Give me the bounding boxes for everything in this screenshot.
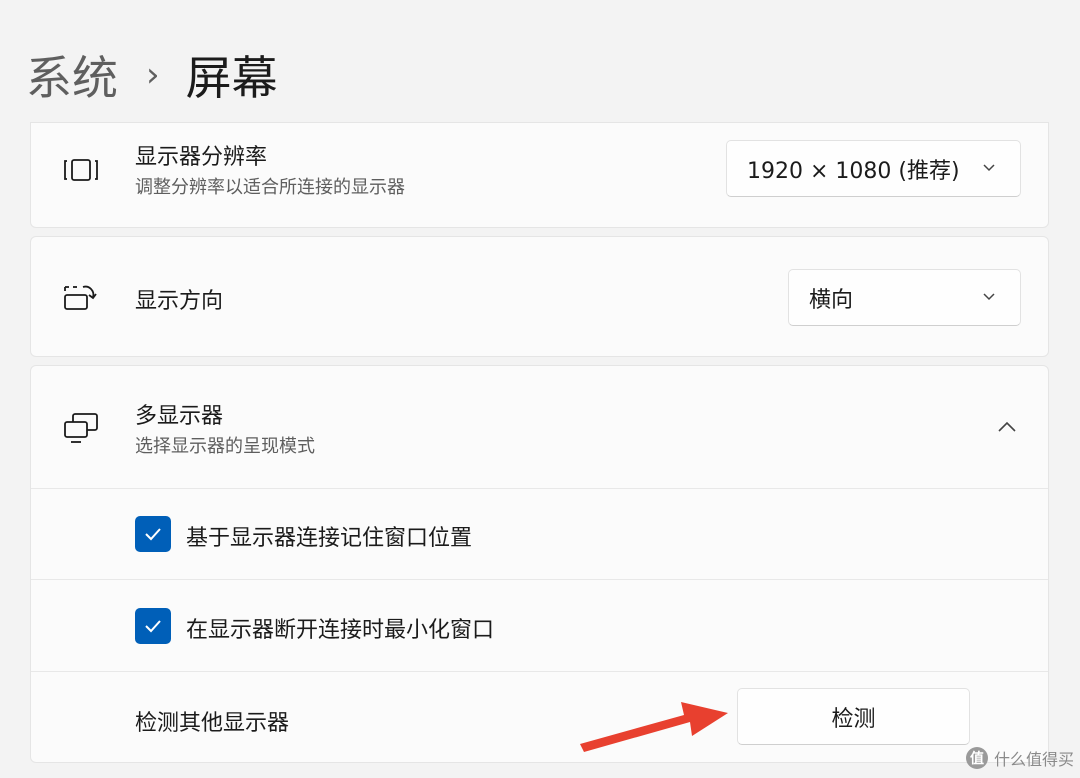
multi-display-header[interactable]: 多显示器 选择显示器的呈现模式 xyxy=(31,366,1048,488)
option-remember-window-positions: 基于显示器连接记住窗口位置 xyxy=(31,489,1048,579)
minimize-windows-checkbox[interactable] xyxy=(135,608,171,644)
breadcrumb-separator: › xyxy=(146,55,160,95)
detect-displays-row: 检测其他显示器 检测 xyxy=(31,672,1048,762)
resolution-dropdown[interactable]: 1920 × 1080 (推荐) xyxy=(726,140,1021,197)
breadcrumb-parent-system[interactable]: 系统 xyxy=(26,42,118,108)
multiple-displays-icon xyxy=(64,413,98,443)
resolution-card: 显示器分辨率 调整分辨率以适合所连接的显示器 1920 × 1080 (推荐) xyxy=(30,122,1049,228)
multi-display-title: 多显示器 xyxy=(135,404,224,429)
remember-window-positions-label: 基于显示器连接记住窗口位置 xyxy=(186,526,473,551)
checkmark-icon xyxy=(145,528,161,541)
orientation-value: 横向 xyxy=(809,287,854,313)
resolution-title: 显示器分辨率 xyxy=(135,145,268,170)
multi-display-card: 多显示器 选择显示器的呈现模式 基于显示器连接记住窗口位置 在显示器断开连接时最… xyxy=(30,365,1049,763)
minimize-windows-label: 在显示器断开连接时最小化窗口 xyxy=(186,618,495,643)
page-title: 屏幕 xyxy=(185,51,278,105)
watermark-logo-icon: 值 xyxy=(965,747,988,769)
chevron-down-icon xyxy=(983,292,995,300)
orientation-title: 显示方向 xyxy=(135,289,224,314)
orientation-card: 显示方向 横向 xyxy=(30,236,1049,357)
watermark: 值 什么值得买 xyxy=(965,746,1074,770)
checkmark-icon xyxy=(145,620,161,633)
option-minimize-windows: 在显示器断开连接时最小化窗口 xyxy=(31,580,1048,670)
detect-displays-label: 检测其他显示器 xyxy=(135,711,290,736)
resolution-value: 1920 × 1080 (推荐) xyxy=(747,158,960,184)
chevron-down-icon xyxy=(983,163,995,171)
remember-window-positions-checkbox[interactable] xyxy=(135,516,171,552)
display-resolution-icon xyxy=(64,159,98,181)
chevron-up-icon xyxy=(998,421,1016,432)
detect-button[interactable]: 检测 xyxy=(737,688,970,745)
display-orientation-icon xyxy=(64,285,97,310)
orientation-dropdown[interactable]: 横向 xyxy=(788,269,1021,326)
breadcrumb: 系统 › 屏幕 xyxy=(26,40,278,110)
multi-display-description: 选择显示器的呈现模式 xyxy=(135,436,315,457)
watermark-text: 什么值得买 xyxy=(993,750,1074,769)
resolution-description: 调整分辨率以适合所连接的显示器 xyxy=(135,177,405,198)
